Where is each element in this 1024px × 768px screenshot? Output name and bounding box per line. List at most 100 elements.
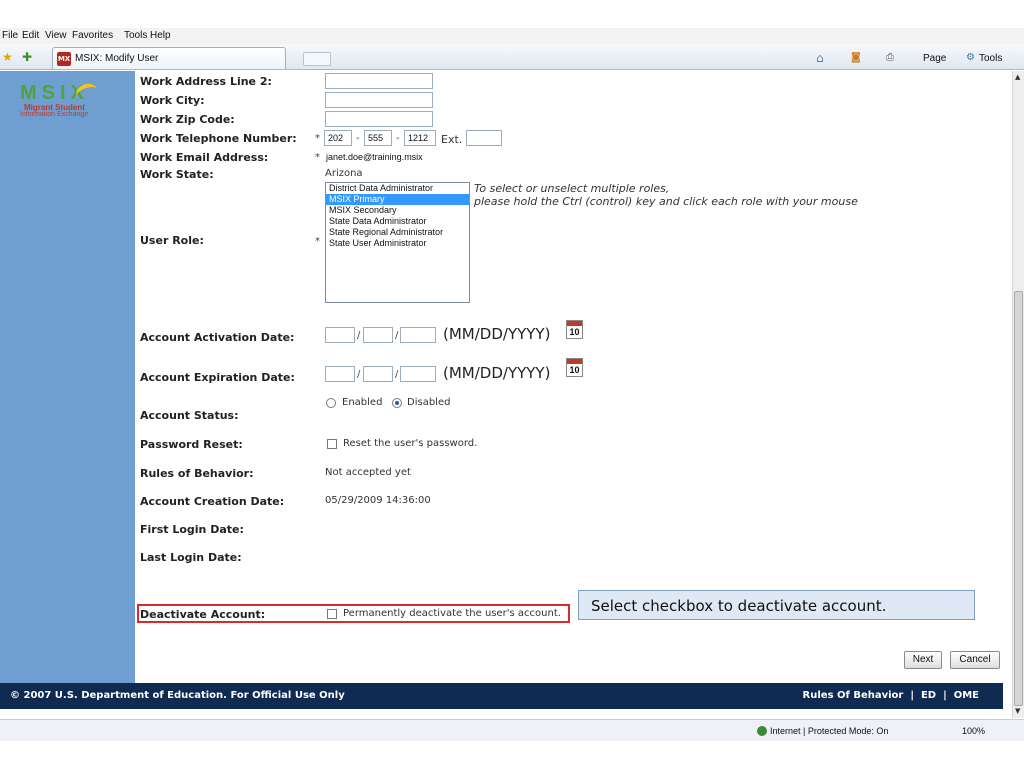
work-address-line2-input[interactable]	[325, 73, 433, 89]
vertical-scrollbar[interactable]: ▲ ▼	[1012, 71, 1024, 718]
password-reset-text: Reset the user's password.	[343, 438, 478, 449]
phone-line-input[interactable]: 1212	[404, 130, 436, 146]
cancel-button[interactable]: Cancel	[950, 651, 1000, 669]
label-expiration-date: Account Expiration Date:	[140, 371, 295, 384]
msix-favicon-icon: MX	[57, 52, 71, 66]
tab-msix-modify-user[interactable]: MX MSIX: Modify User	[52, 47, 331, 69]
label-work-phone: Work Telephone Number:	[140, 132, 297, 145]
logo-tagline-2: Information Exchange	[20, 111, 89, 118]
page-footer: © 2007 U.S. Department of Education. For…	[0, 683, 1003, 709]
scroll-thumb[interactable]	[1014, 291, 1023, 706]
scroll-down-arrow-icon[interactable]: ▼	[1015, 707, 1020, 715]
label-creation-date: Account Creation Date:	[140, 495, 285, 508]
feeds-icon[interactable]: ◙	[851, 52, 861, 64]
password-reset-checkbox[interactable]	[327, 439, 337, 449]
add-favorite-icon[interactable]: ✚	[22, 51, 32, 63]
phone-dash: -	[356, 133, 360, 144]
required-marker: *	[315, 133, 320, 144]
role-hint-line1: To select or unselect multiple roles,	[474, 182, 670, 195]
status-disabled-radio[interactable]	[392, 398, 402, 408]
label-work-zip: Work Zip Code:	[140, 113, 235, 126]
zoom-level[interactable]: 100%	[962, 726, 985, 736]
label-work-address-line2: Work Address Line 2:	[140, 75, 272, 88]
status-disabled-label: Disabled	[407, 397, 451, 408]
tools-command-menu[interactable]: Tools	[979, 53, 1002, 64]
page-menu[interactable]: Page	[923, 53, 946, 64]
calendar-icon[interactable]: 10	[566, 358, 583, 377]
expiration-year-input[interactable]	[400, 366, 436, 382]
footer-link-rules[interactable]: Rules Of Behavior	[803, 690, 904, 701]
status-enabled-radio[interactable]	[326, 398, 336, 408]
user-role-listbox[interactable]: District Data Administrator MSIX Primary…	[325, 182, 470, 303]
role-option-selected[interactable]: MSIX Primary	[326, 194, 469, 205]
msix-logo: MSIX Migrant Student Information Exchang…	[18, 80, 118, 120]
tab-title: MSIX: Modify User	[75, 53, 159, 64]
label-password-reset: Password Reset:	[140, 438, 243, 451]
expiration-date-format: (MM/DD/YYYY)	[443, 364, 551, 382]
phone-ext-input[interactable]	[466, 130, 502, 146]
date-slash: /	[357, 369, 361, 380]
status-enabled-label: Enabled	[342, 397, 383, 408]
phone-prefix-input[interactable]: 555	[364, 130, 392, 146]
menu-bar: File Edit View Favorites Tools Help	[0, 28, 1024, 44]
print-icon[interactable]: ⎙	[886, 52, 894, 64]
creation-date-value: 05/29/2009 14:36:00	[325, 495, 431, 506]
work-zip-input[interactable]	[325, 111, 433, 127]
role-hint-line2: please hold the Ctrl (control) key and c…	[474, 195, 858, 208]
next-button[interactable]: Next	[904, 651, 942, 669]
phone-dash: -	[396, 133, 400, 144]
work-city-input[interactable]	[325, 92, 433, 108]
menu-file[interactable]: File	[2, 30, 18, 41]
callout-text: Select checkbox to deactivate account.	[591, 597, 887, 615]
role-option[interactable]: State Data Administrator	[326, 216, 469, 227]
label-last-login: Last Login Date:	[140, 551, 242, 564]
activation-year-input[interactable]	[400, 327, 436, 343]
label-work-email: Work Email Address:	[140, 151, 269, 164]
calendar-icon[interactable]: 10	[566, 320, 583, 339]
menu-favorites[interactable]: Favorites	[72, 30, 113, 41]
footer-link-ome[interactable]: OME	[954, 690, 979, 701]
label-deactivate-account: Deactivate Account:	[140, 608, 266, 621]
label-account-status: Account Status:	[140, 409, 239, 422]
label-user-role: User Role:	[140, 234, 204, 247]
date-slash: /	[357, 330, 361, 341]
deactivate-account-checkbox[interactable]	[327, 609, 337, 619]
work-email-input[interactable]: janet.doe@training.msix	[324, 149, 434, 165]
activation-month-input[interactable]	[325, 327, 355, 343]
footer-divider: |	[906, 690, 921, 701]
label-rules-of-behavior: Rules of Behavior:	[140, 467, 254, 480]
sidebar	[0, 71, 135, 683]
date-slash: /	[395, 330, 399, 341]
label-work-city: Work City:	[140, 94, 205, 107]
work-state-value: Arizona	[325, 168, 363, 179]
home-icon[interactable]: ⌂	[816, 52, 824, 64]
rules-of-behavior-value: Not accepted yet	[325, 467, 411, 478]
role-option[interactable]: State User Administrator	[326, 238, 469, 249]
gear-icon[interactable]: ⚙	[966, 52, 975, 64]
date-slash: /	[395, 369, 399, 380]
activation-date-format: (MM/DD/YYYY)	[443, 325, 551, 343]
scroll-up-arrow-icon[interactable]: ▲	[1015, 73, 1020, 81]
security-zone-text: Internet | Protected Mode: On	[770, 726, 889, 736]
role-option[interactable]: MSIX Secondary	[326, 205, 469, 216]
role-option[interactable]: State Regional Administrator	[326, 227, 469, 238]
activation-day-input[interactable]	[363, 327, 393, 343]
menu-edit[interactable]: Edit	[22, 30, 39, 41]
expiration-day-input[interactable]	[363, 366, 393, 382]
menu-tools[interactable]: Tools	[124, 30, 147, 41]
menu-help[interactable]: Help	[150, 30, 171, 41]
phone-area-input[interactable]: 202	[324, 130, 352, 146]
globe-icon	[757, 726, 767, 736]
new-tab-button[interactable]	[303, 52, 331, 66]
label-first-login: First Login Date:	[140, 523, 244, 536]
footer-link-ed[interactable]: ED	[921, 690, 936, 701]
required-marker: *	[315, 236, 320, 247]
footer-links: Rules Of Behavior | ED | OME	[803, 690, 979, 701]
deactivate-account-text: Permanently deactivate the user's accoun…	[343, 608, 561, 619]
label-work-state: Work State:	[140, 168, 214, 181]
expiration-month-input[interactable]	[325, 366, 355, 382]
favorites-star-icon[interactable]: ★	[2, 51, 13, 63]
role-option[interactable]: District Data Administrator	[326, 183, 469, 194]
instruction-callout: Select checkbox to deactivate account.	[578, 590, 975, 620]
menu-view[interactable]: View	[45, 30, 67, 41]
